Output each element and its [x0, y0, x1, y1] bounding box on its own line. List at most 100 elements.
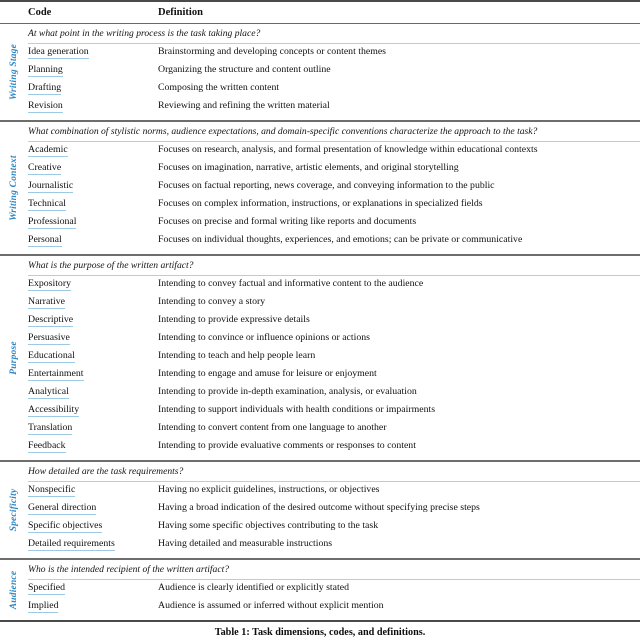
row-code-cell: Journalistic [28, 180, 158, 194]
row-definition-cell: Focuses on precise and formal writing li… [158, 216, 417, 227]
section-side-label: Specificity [0, 462, 28, 558]
row-code-link[interactable]: Drafting [28, 82, 62, 96]
row-code-link[interactable]: Expository [28, 278, 71, 292]
row-definition-cell: Intending to convince or influence opini… [158, 332, 370, 343]
column-header-code: Code [28, 7, 52, 18]
row-definition-cell: Focuses on imagination, narrative, artis… [158, 162, 459, 173]
table-page: Code Definition Writing Stage At what poi… [0, 0, 640, 638]
table-row: General direction Having a broad indicati… [28, 502, 640, 520]
row-definition-cell: Organizing the structure and content out… [158, 64, 331, 75]
table-row: Expository Intending to convey factual an… [28, 278, 640, 296]
row-definition-cell: Intending to provide in-depth examinatio… [158, 386, 417, 397]
section-question: What is the purpose of the written artif… [28, 260, 194, 271]
row-definition-cell: Focuses on individual thoughts, experien… [158, 234, 523, 245]
row-code-link[interactable]: Revision [28, 100, 63, 114]
table-row: Analytical Intending to provide in-depth … [28, 386, 640, 404]
table-section: Specificity How detailed are the task req… [0, 462, 640, 558]
row-definition-cell: Having no explicit guidelines, instructi… [158, 484, 380, 495]
row-code-link[interactable]: Professional [28, 216, 77, 230]
row-definition-cell: Intending to engage and amuse for leisur… [158, 368, 377, 379]
row-code-link[interactable]: Technical [28, 198, 66, 212]
row-code-link[interactable]: Detailed requirements [28, 538, 115, 552]
row-code-link[interactable]: Descriptive [28, 314, 74, 328]
row-definition-cell: Intending to convey a story [158, 296, 266, 307]
table-row: Entertainment Intending to engage and amu… [28, 368, 640, 386]
column-header-definition: Definition [158, 7, 203, 18]
row-code-link[interactable]: Educational [28, 350, 75, 364]
row-code-link[interactable]: Academic [28, 144, 68, 158]
row-definition-cell: Intending to teach and help people learn [158, 350, 316, 361]
section-side-label-text: Purpose [9, 341, 19, 375]
row-code-cell: Professional [28, 216, 158, 230]
row-code-cell: Personal [28, 234, 158, 248]
row-definition-cell: Intending to provide evaluative comments… [158, 440, 416, 451]
row-definition-cell: Having detailed and measurable instructi… [158, 538, 333, 549]
row-definition-cell: Composing the written content [158, 82, 280, 93]
row-code-cell: Revision [28, 100, 158, 114]
row-definition-cell: Intending to provide expressive details [158, 314, 310, 325]
table-row: Specified Audience is clearly identified … [28, 582, 640, 600]
row-code-link[interactable]: Creative [28, 162, 62, 176]
section-rows: Nonspecific Having no explicit guidelines… [28, 482, 640, 558]
row-code-link[interactable]: Specified [28, 582, 65, 596]
table-row: Implied Audience is assumed or inferred w… [28, 600, 640, 618]
table-row: Drafting Composing the written content [28, 82, 640, 100]
section-side-label-text: Writing Stage [9, 43, 19, 101]
row-definition-cell: Intending to convey factual and informat… [158, 278, 424, 289]
row-code-link[interactable]: Analytical [28, 386, 69, 400]
row-code-link[interactable]: Entertainment [28, 368, 84, 382]
section-side-label-text: Audience [9, 570, 19, 610]
row-code-cell: Persuasive [28, 332, 158, 346]
section-question: At what point in the writing process is … [28, 28, 261, 39]
row-definition-cell: Intending to convert content from one la… [158, 422, 387, 433]
section-rows: Expository Intending to convey factual an… [28, 276, 640, 460]
section-rows: Idea generation Brainstorming and develop… [28, 44, 640, 120]
row-code-link[interactable]: Specific objectives [28, 520, 103, 534]
row-code-link[interactable]: Nonspecific [28, 484, 76, 498]
row-code-cell: Entertainment [28, 368, 158, 382]
row-code-link[interactable]: Journalistic [28, 180, 74, 194]
section-side-label: Purpose [0, 256, 28, 460]
table-row: Technical Focuses on complex information,… [28, 198, 640, 216]
table-section: Writing Context What combination of styli… [0, 122, 640, 254]
table-row: Narrative Intending to convey a story [28, 296, 640, 314]
row-definition-cell: Intending to support individuals with he… [158, 404, 436, 415]
table-row: Journalistic Focuses on factual reporting… [28, 180, 640, 198]
row-code-cell: Educational [28, 350, 158, 364]
row-code-link[interactable]: Idea generation [28, 46, 89, 60]
table-row: Educational Intending to teach and help p… [28, 350, 640, 368]
row-definition-cell: Reviewing and refining the written mater… [158, 100, 330, 111]
section-side-label: Writing Context [0, 122, 28, 254]
table-row: Specific objectives Having some specific … [28, 520, 640, 538]
row-code-cell: Specific objectives [28, 520, 158, 534]
table-row: Academic Focuses on research, analysis, a… [28, 144, 640, 162]
section-body: How detailed are the task requirements? N… [28, 462, 640, 558]
section-body: At what point in the writing process is … [28, 24, 640, 120]
section-body: Who is the intended recipient of the wri… [28, 560, 640, 620]
row-code-link[interactable]: General direction [28, 502, 97, 516]
row-definition-cell: Focuses on research, analysis, and forma… [158, 144, 538, 155]
row-code-link[interactable]: Narrative [28, 296, 65, 310]
row-code-cell: General direction [28, 502, 158, 516]
row-code-link[interactable]: Personal [28, 234, 62, 248]
section-side-label-text: Specificity [9, 488, 19, 532]
row-code-cell: Specified [28, 582, 158, 596]
row-code-cell: Accessibility [28, 404, 158, 418]
section-side-label-text: Writing Context [9, 155, 19, 221]
section-body: What is the purpose of the written artif… [28, 256, 640, 460]
row-code-cell: Nonspecific [28, 484, 158, 498]
row-code-link[interactable]: Implied [28, 600, 59, 614]
row-code-link[interactable]: Persuasive [28, 332, 70, 346]
row-definition-cell: Brainstorming and developing concepts or… [158, 46, 386, 57]
row-code-link[interactable]: Translation [28, 422, 73, 436]
row-code-cell: Drafting [28, 82, 158, 96]
row-code-link[interactable]: Planning [28, 64, 63, 78]
row-definition-cell: Having some specific objectives contribu… [158, 520, 379, 531]
table-section: Writing Stage At what point in the writin… [0, 24, 640, 120]
row-code-link[interactable]: Feedback [28, 440, 66, 454]
row-code-cell: Feedback [28, 440, 158, 454]
row-code-link[interactable]: Accessibility [28, 404, 80, 418]
table-row: Persuasive Intending to convince or influ… [28, 332, 640, 350]
row-definition-cell: Audience is assumed or inferred without … [158, 600, 384, 611]
table-row: Accessibility Intending to support indivi… [28, 404, 640, 422]
